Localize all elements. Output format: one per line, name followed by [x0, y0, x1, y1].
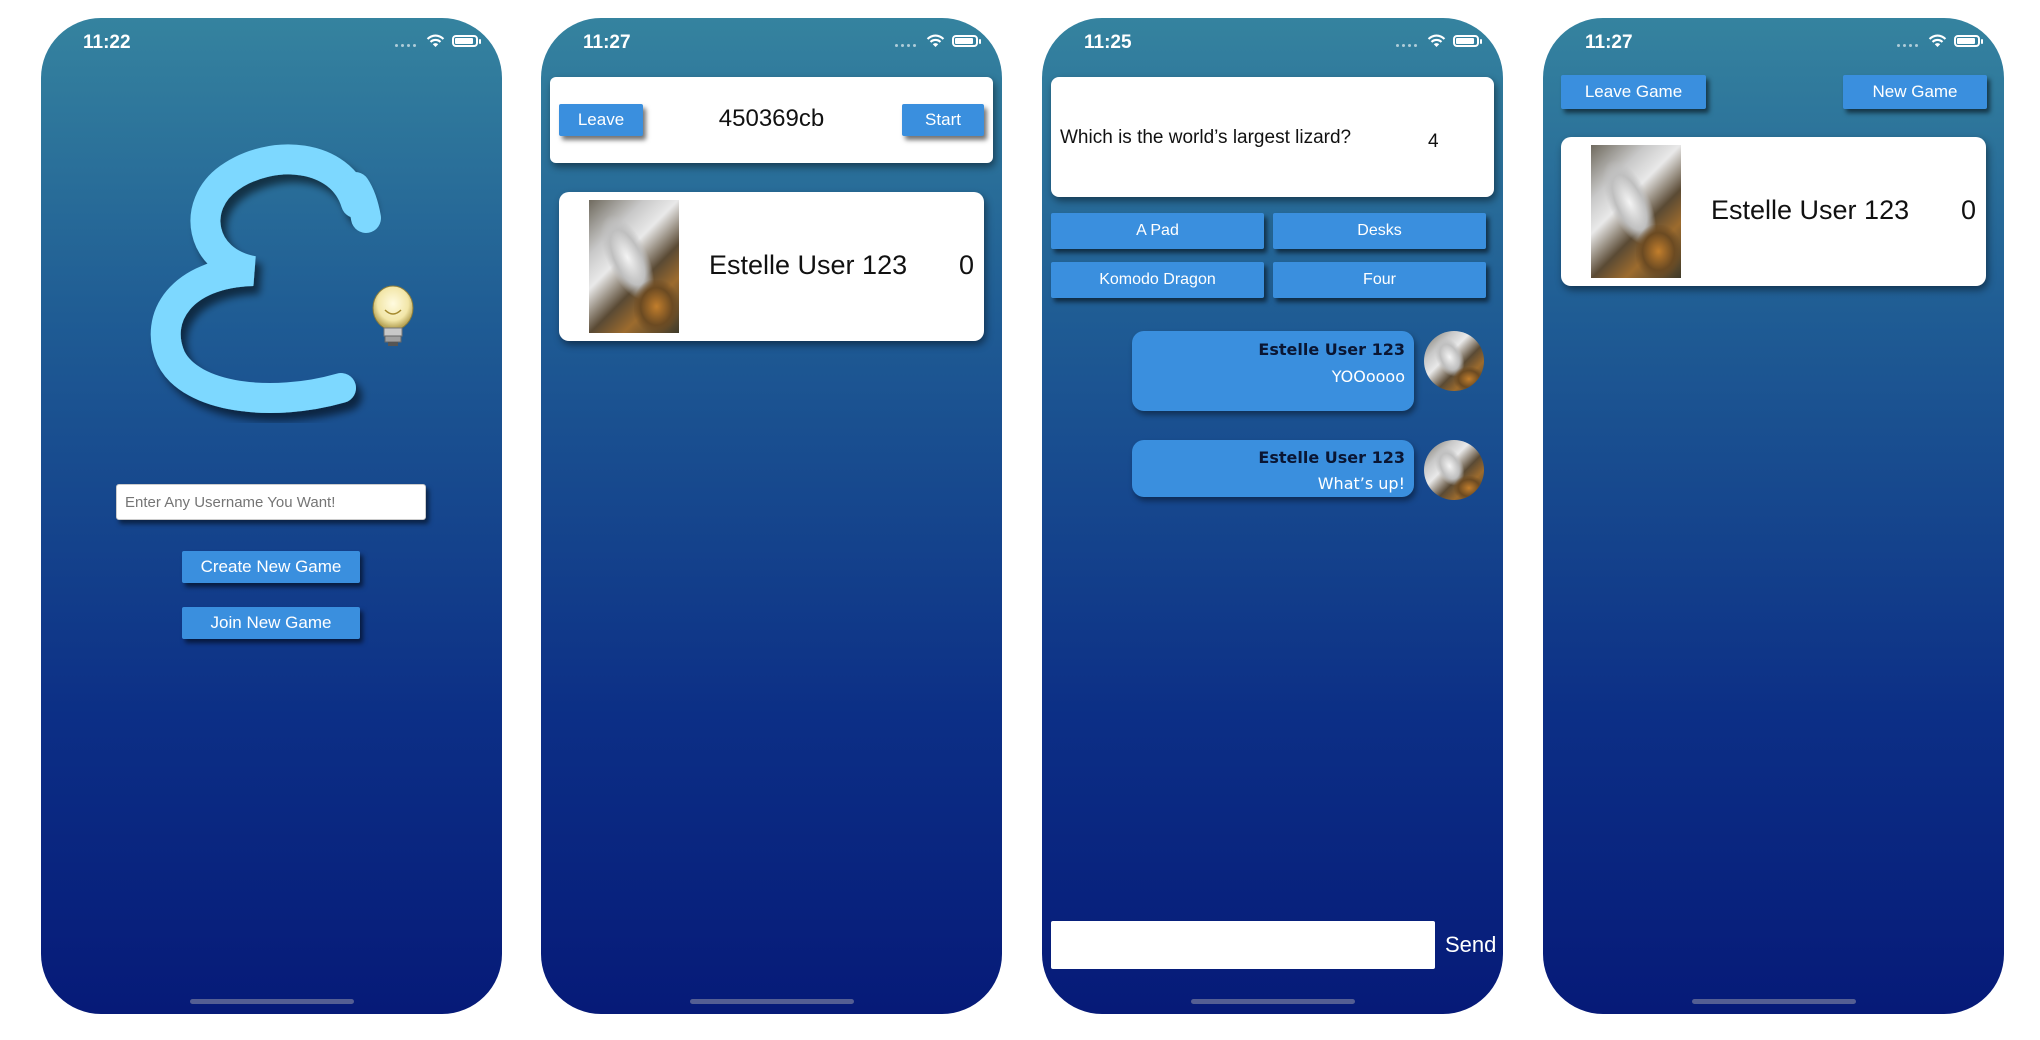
screen-login: 11:22 Create New Gam	[41, 18, 502, 1014]
wifi-icon	[1928, 34, 1947, 47]
player-name: Estelle User 123	[1711, 195, 1910, 225]
battery-icon	[952, 35, 981, 47]
question-text: Which is the world’s largest lizard?	[1060, 127, 1352, 148]
new-game-button[interactable]: New Game	[1843, 75, 1987, 109]
screen-results: 11:27 Leave Game New Game Estelle User 1…	[1543, 18, 2004, 1014]
send-button[interactable]: Send	[1445, 932, 1496, 958]
answer-button-2[interactable]: Desks	[1273, 213, 1486, 249]
wifi-icon	[926, 34, 945, 47]
player-score: 0	[1961, 195, 1977, 225]
player-avatar	[1591, 145, 1681, 278]
chat-avatar	[1424, 440, 1484, 500]
chat-sender: Estelle User 123	[1258, 448, 1405, 467]
signal-icon	[1396, 36, 1417, 47]
status-bar: 11:22	[41, 18, 502, 70]
battery-icon	[1453, 35, 1482, 47]
status-time: 11:27	[583, 32, 631, 53]
status-bar: 11:27	[541, 18, 1002, 70]
status-time: 11:22	[83, 32, 131, 53]
create-new-game-button[interactable]: Create New Game	[182, 551, 360, 583]
player-name: Estelle User 123	[709, 250, 908, 280]
player-score: 0	[959, 250, 975, 280]
home-indicator	[189, 999, 354, 1004]
battery-icon	[1954, 35, 1983, 47]
chat-text: YOOoooo	[1331, 367, 1405, 386]
player-card: Estelle User 123 0	[559, 192, 984, 341]
status-time: 11:27	[1585, 32, 1633, 53]
home-indicator	[689, 999, 854, 1004]
countdown-timer: 4	[1428, 131, 1439, 152]
signal-icon	[1897, 36, 1918, 47]
chat-sender: Estelle User 123	[1258, 340, 1405, 359]
battery-icon	[452, 35, 481, 47]
leave-button[interactable]: Leave	[559, 104, 643, 136]
signal-icon	[395, 36, 416, 47]
home-indicator	[1691, 999, 1856, 1004]
chat-avatar	[1424, 331, 1484, 391]
start-button[interactable]: Start	[902, 104, 984, 136]
screen-question: 11:25 Which is the world’s largest lizar…	[1042, 18, 1503, 1014]
player-avatar	[589, 200, 679, 333]
game-code: 450369cb	[718, 105, 825, 132]
answer-button-4[interactable]: Four	[1273, 262, 1486, 298]
home-indicator	[1190, 999, 1355, 1004]
app-logo	[150, 144, 414, 413]
wifi-icon	[1427, 34, 1446, 47]
lightbulb-icon	[372, 285, 414, 346]
username-input[interactable]	[116, 484, 426, 520]
player-card: Estelle User 123 0	[1561, 137, 1986, 286]
status-time: 11:25	[1084, 32, 1132, 53]
screen-lobby: 11:27 Leave 450369cb Start Estelle User …	[541, 18, 1002, 1014]
chat-text: What’s up!	[1317, 474, 1405, 493]
join-new-game-button[interactable]: Join New Game	[182, 607, 360, 639]
status-bar: 11:27	[1543, 18, 2004, 70]
status-bar: 11:25	[1042, 18, 1503, 70]
answer-button-1[interactable]: A Pad	[1051, 213, 1264, 249]
leave-game-button[interactable]: Leave Game	[1561, 75, 1706, 109]
question-card: Which is the world’s largest lizard? 4	[1051, 77, 1494, 197]
signal-icon	[895, 36, 916, 47]
answer-button-3[interactable]: Komodo Dragon	[1051, 262, 1264, 298]
chat-message: Estelle User 123 YOOoooo	[1132, 331, 1414, 411]
chat-message: Estelle User 123 What’s up!	[1132, 440, 1414, 497]
chat-input[interactable]	[1051, 921, 1435, 969]
lobby-header-card: Leave 450369cb Start	[550, 77, 993, 163]
wifi-icon	[426, 34, 445, 47]
